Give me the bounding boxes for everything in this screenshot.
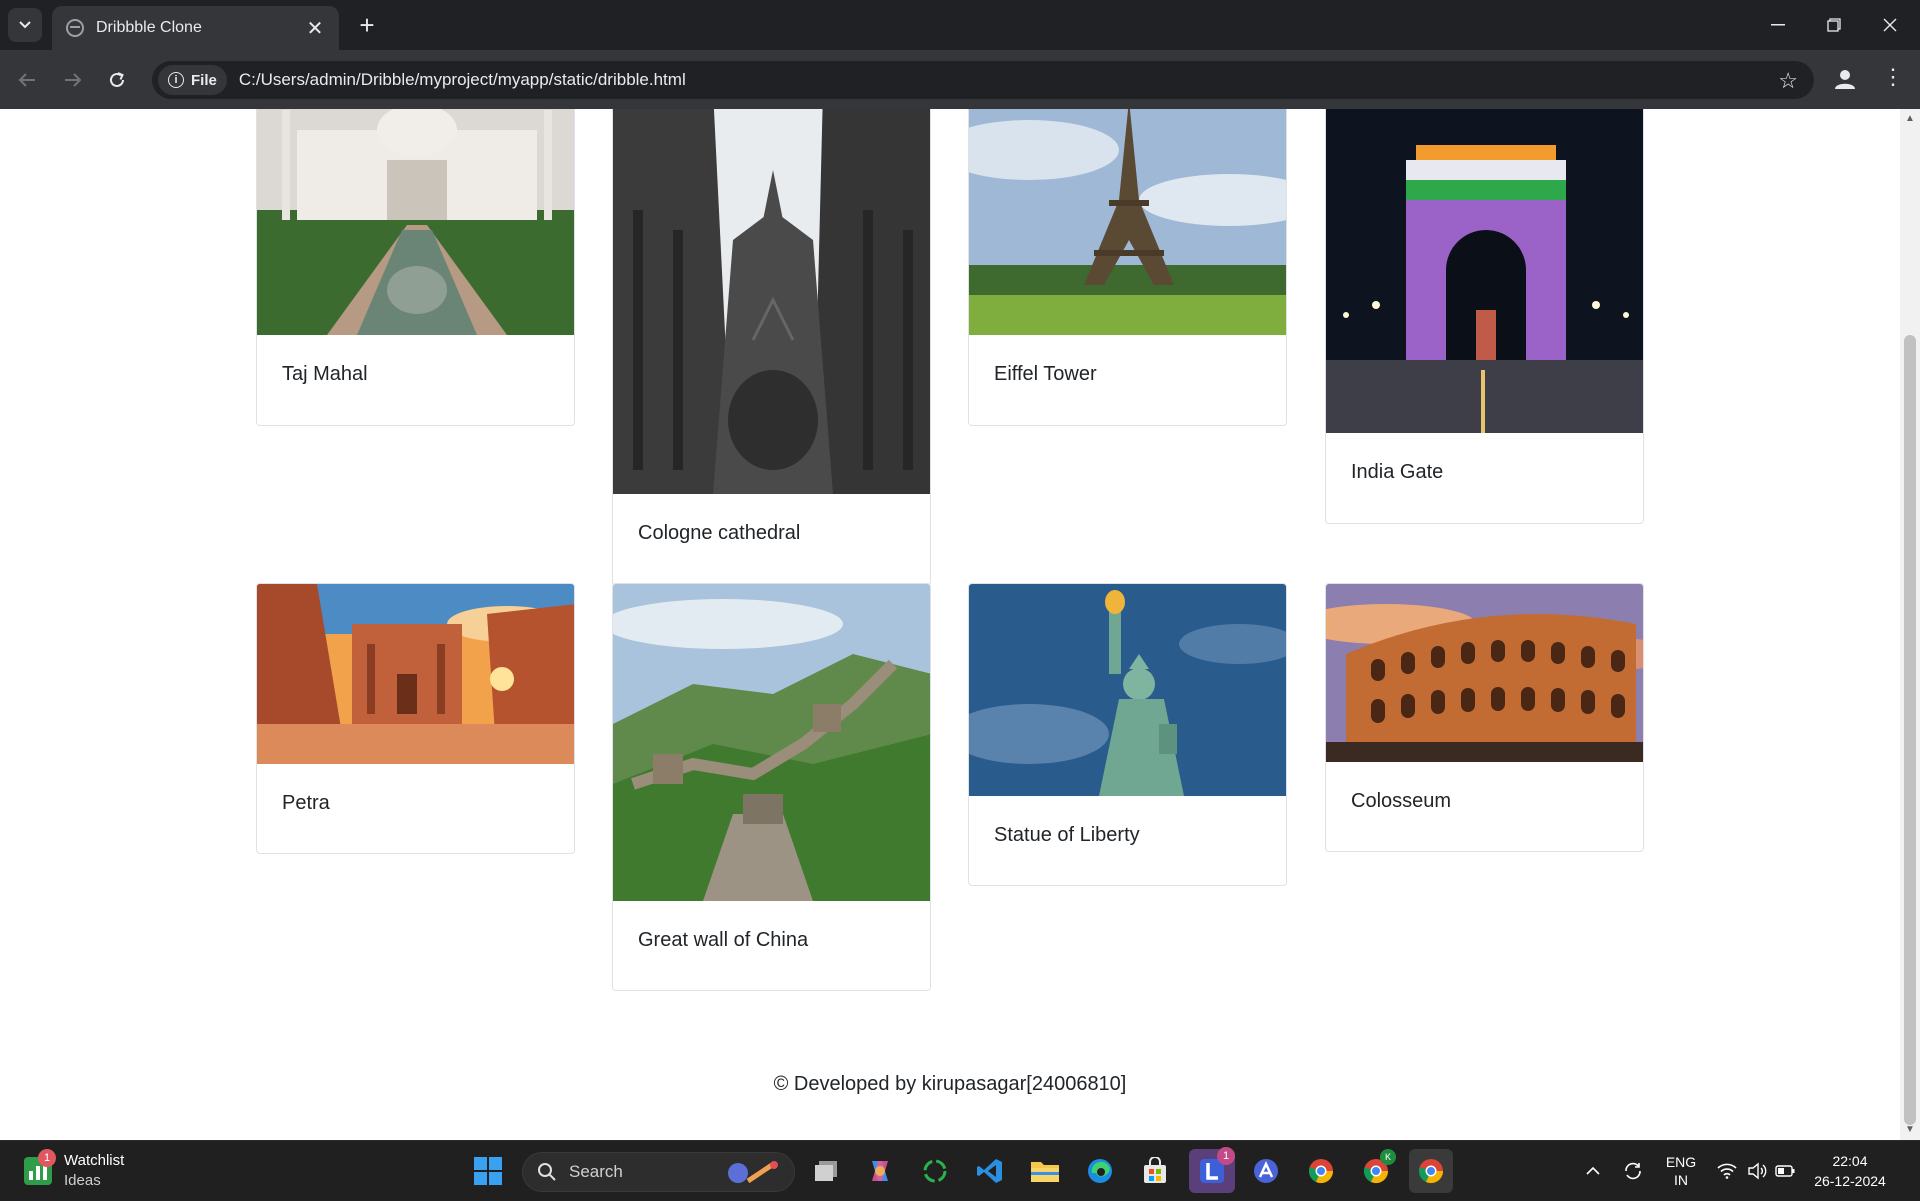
tab-title: Dribbble Clone xyxy=(96,19,202,36)
vscode-icon[interactable] xyxy=(972,1153,1008,1189)
chevron-down-icon xyxy=(19,21,31,29)
search-placeholder: Search xyxy=(569,1162,623,1181)
refresh-app-icon[interactable] xyxy=(917,1153,953,1189)
windows-taskbar: 1 Watchlist Ideas Search 1 K ENG IN 22:0… xyxy=(0,1140,1920,1200)
scroll-up-arrow-icon[interactable]: ▲ xyxy=(1904,113,1916,125)
chrome-profile-icon[interactable]: K xyxy=(1358,1149,1396,1189)
app-notification-badge: 1 xyxy=(1217,1147,1235,1165)
back-arrow-icon xyxy=(18,73,35,87)
card-title: India Gate xyxy=(1351,461,1444,483)
card-title: Colosseum xyxy=(1351,790,1452,812)
stock-chart-icon: 1 xyxy=(24,1149,56,1185)
card-title: Eiffel Tower xyxy=(994,363,1097,385)
close-window-button[interactable] xyxy=(1862,0,1918,50)
eiffel-tower-image xyxy=(969,109,1286,335)
minimize-button[interactable] xyxy=(1750,0,1806,50)
card-petra[interactable]: Petra xyxy=(256,583,575,854)
petra-image xyxy=(257,584,574,764)
url-text[interactable]: C:/Users/admin/Dribble/myproject/myapp/s… xyxy=(239,70,686,90)
browser-tab[interactable]: Dribbble Clone ✕ xyxy=(52,6,339,50)
card-taj-mahal[interactable]: Taj Mahal xyxy=(256,109,575,426)
minimize-icon xyxy=(1771,24,1785,26)
address-bar[interactable]: i File C:/Users/admin/Dribble/myproject/… xyxy=(152,61,1814,99)
card-title: Great wall of China xyxy=(638,929,809,951)
task-view-icon[interactable] xyxy=(808,1153,844,1189)
arc-app-icon[interactable] xyxy=(1248,1153,1284,1189)
notification-badge: 1 xyxy=(38,1149,56,1167)
india-gate-image xyxy=(1326,109,1643,433)
sync-icon[interactable] xyxy=(1618,1141,1648,1201)
page-scrollbar[interactable]: ▲ ▼ xyxy=(1900,109,1920,1140)
widget-subtitle: Ideas xyxy=(64,1172,101,1189)
colosseum-image xyxy=(1326,584,1643,762)
scroll-down-arrow-icon[interactable]: ▼ xyxy=(1904,1124,1916,1136)
windows-logo-icon xyxy=(474,1157,502,1185)
taj-mahal-image xyxy=(257,109,574,335)
reload-button[interactable] xyxy=(100,63,134,97)
battery-icon[interactable] xyxy=(1772,1141,1798,1201)
card-eiffel-tower[interactable]: Eiffel Tower xyxy=(968,109,1287,426)
footer-credit: © Developed by kirupasagar[24006810] xyxy=(773,1073,1127,1095)
profile-button[interactable] xyxy=(1832,66,1858,92)
region-code: IN xyxy=(1674,1172,1688,1188)
restore-button[interactable] xyxy=(1806,0,1862,50)
profile-icon xyxy=(1835,70,1855,89)
card-great-wall[interactable]: Great wall of China xyxy=(612,583,931,991)
close-icon xyxy=(1883,18,1897,32)
clock-date: 26-12-2024 xyxy=(1814,1173,1886,1189)
card-title: Petra xyxy=(282,792,330,814)
search-icon xyxy=(538,1163,556,1181)
back-button[interactable] xyxy=(10,63,44,97)
app-l-icon[interactable]: 1 xyxy=(1189,1147,1235,1193)
file-explorer-icon[interactable] xyxy=(1027,1153,1063,1189)
cologne-cathedral-image xyxy=(613,109,930,494)
scrollbar-thumb[interactable] xyxy=(1904,335,1916,1125)
clock-time: 22:04 xyxy=(1832,1153,1868,1169)
restore-icon xyxy=(1827,18,1841,32)
card-india-gate[interactable]: India Gate xyxy=(1325,109,1644,524)
taskbar-search[interactable]: Search xyxy=(522,1152,795,1192)
windows-start-button[interactable] xyxy=(470,1153,506,1189)
edge-browser-icon[interactable] xyxy=(1082,1153,1118,1189)
watchlist-widget[interactable]: 1 Watchlist Ideas xyxy=(24,1149,125,1191)
search-highlight-icon xyxy=(724,1159,780,1192)
forward-button[interactable] xyxy=(56,63,90,97)
tab-search-button[interactable] xyxy=(8,8,42,42)
copilot-icon[interactable] xyxy=(862,1153,898,1189)
file-label: File xyxy=(191,71,217,89)
microsoft-store-icon[interactable] xyxy=(1137,1153,1173,1189)
statue-of-liberty-image xyxy=(969,584,1286,796)
tab-strip: Dribbble Clone ✕ + xyxy=(0,0,1920,50)
language-indicator[interactable]: ENG IN xyxy=(1660,1141,1702,1201)
close-tab-icon[interactable]: ✕ xyxy=(305,16,325,41)
bookmark-star-icon[interactable]: ☆ xyxy=(1778,68,1798,94)
card-title: Taj Mahal xyxy=(282,363,368,385)
card-statue-of-liberty[interactable]: Statue of Liberty xyxy=(968,583,1287,886)
browser-menu-button[interactable]: ⋮ xyxy=(1880,64,1906,90)
chrome-icon[interactable] xyxy=(1303,1153,1339,1189)
volume-icon[interactable] xyxy=(1744,1141,1770,1201)
card-title: Statue of Liberty xyxy=(994,824,1140,846)
card-colosseum[interactable]: Colosseum xyxy=(1325,583,1644,852)
card-cologne-cathedral[interactable]: Cologne cathedral xyxy=(612,109,931,586)
card-title: Cologne cathedral xyxy=(638,522,801,544)
globe-icon xyxy=(66,19,84,37)
profile-badge: K xyxy=(1380,1149,1396,1165)
great-wall-image xyxy=(613,584,930,901)
site-info-chip[interactable]: i File xyxy=(158,65,227,95)
wifi-icon[interactable] xyxy=(1714,1141,1740,1201)
page-viewport: Taj Mahal Cologne cathedral Eiffel Tower… xyxy=(0,109,1920,1140)
widget-title: Watchlist xyxy=(64,1152,125,1169)
chrome-active-icon[interactable] xyxy=(1409,1149,1453,1193)
reload-icon xyxy=(110,72,124,87)
new-tab-button[interactable]: + xyxy=(352,10,382,40)
language-code: ENG xyxy=(1665,1154,1697,1170)
show-hidden-icons-chevron-icon[interactable] xyxy=(1580,1141,1606,1201)
forward-arrow-icon xyxy=(65,73,82,87)
info-icon: i xyxy=(168,72,184,88)
system-clock[interactable]: 22:04 26-12-2024 xyxy=(1800,1151,1900,1191)
